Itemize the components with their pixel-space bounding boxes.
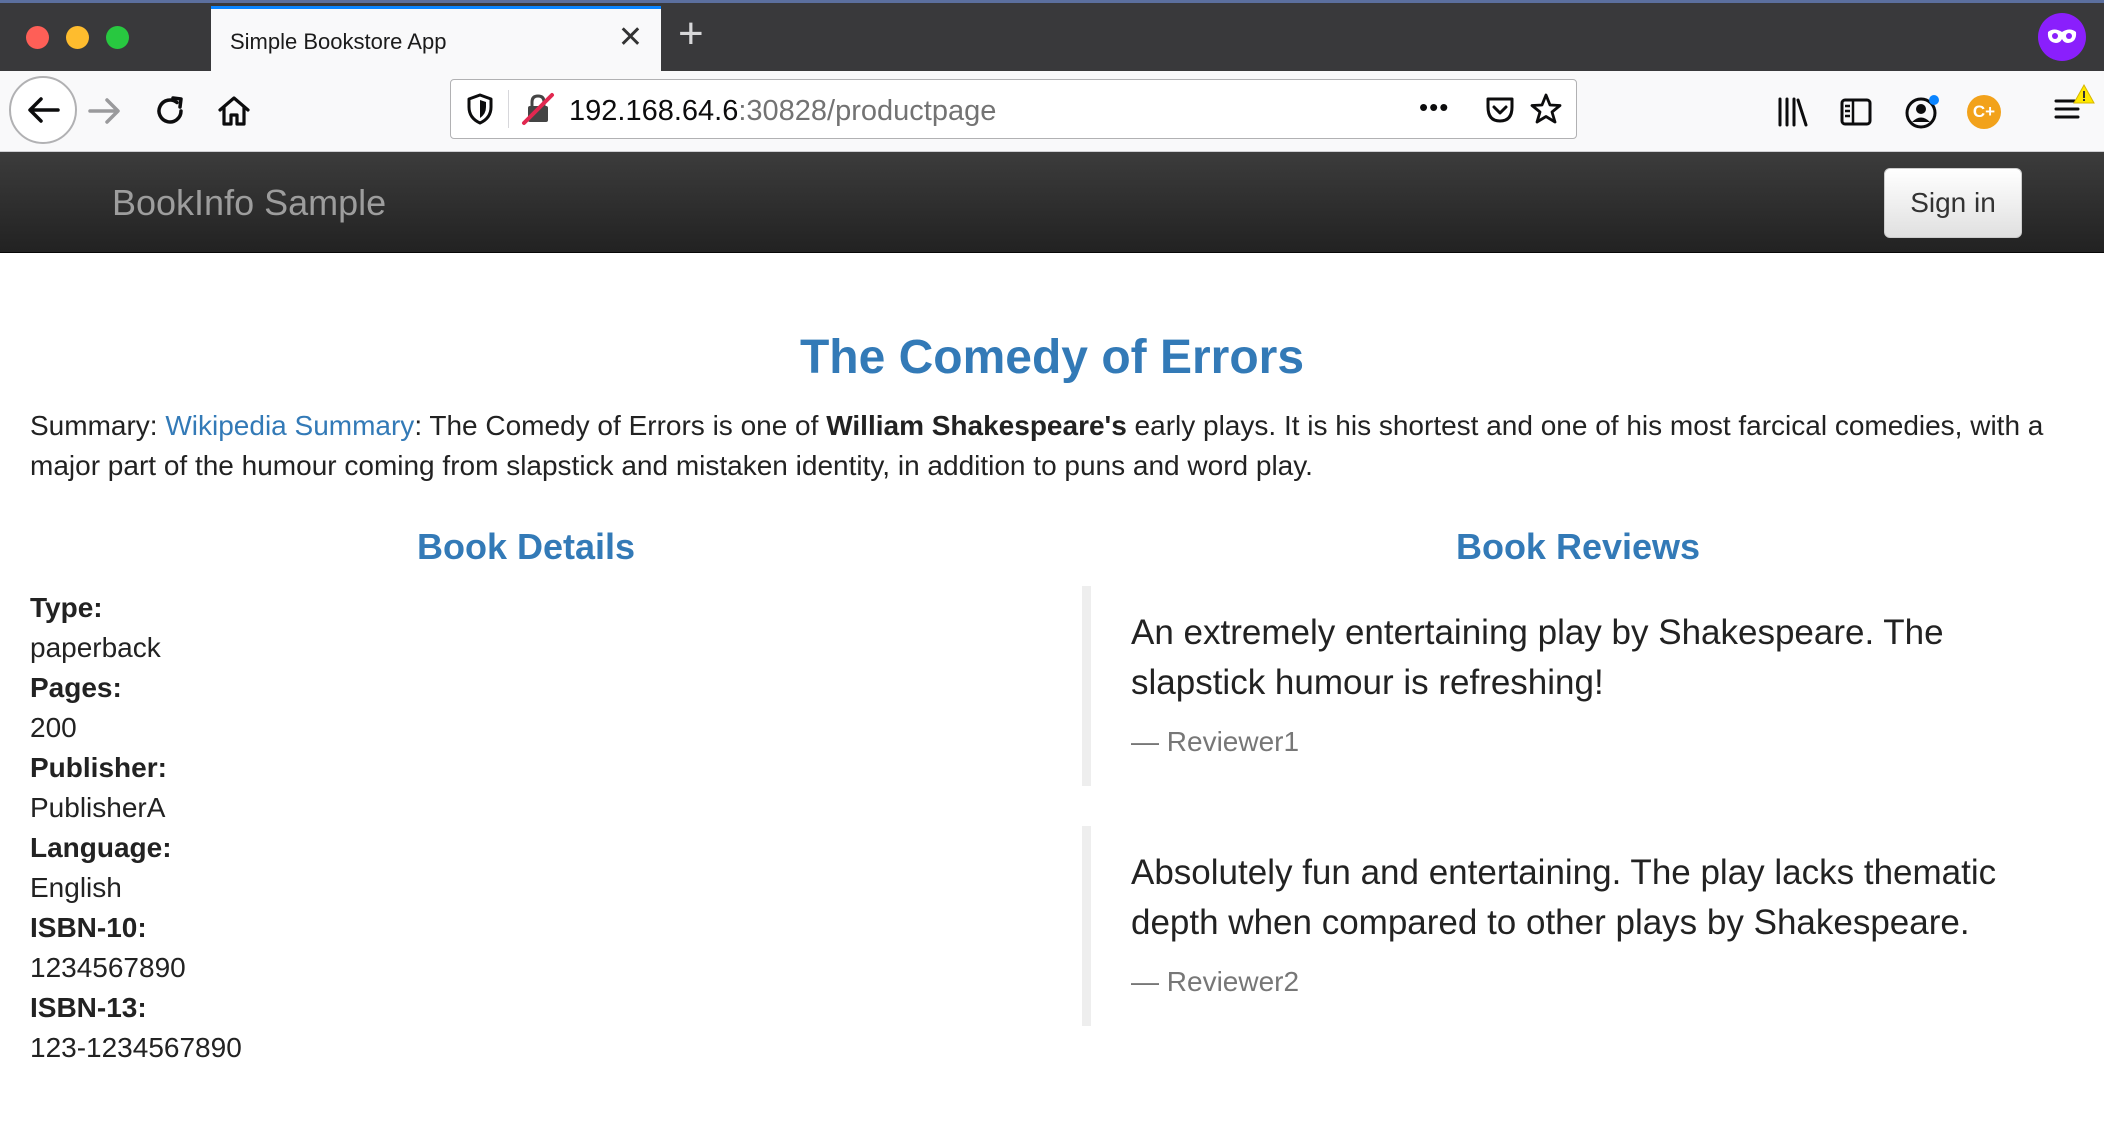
summary-author: William Shakespeare's (826, 410, 1127, 441)
review-text: An extremely entertaining play by Shakes… (1131, 613, 1944, 702)
detail-value-publisher: PublisherA (30, 792, 166, 823)
bookmark-star-icon[interactable] (1529, 92, 1563, 126)
site-navbar: BookInfo Sample Sign in (0, 152, 2104, 253)
page-title: The Comedy of Errors (799, 331, 1305, 384)
summary-mid: : The Comedy of Errors is one of (414, 410, 827, 441)
account-icon[interactable] (1903, 93, 1941, 131)
page-actions-menu-icon[interactable]: ••• (1419, 92, 1449, 123)
reload-icon (157, 96, 183, 124)
url-bar-separator (508, 90, 509, 128)
detail-label-isbn10: ISBN-10: (30, 912, 147, 943)
navbar-brand[interactable]: BookInfo Sample (112, 182, 386, 224)
detail-label-language: Language: (30, 832, 172, 863)
url-text[interactable]: 192.168.64.6:30828/productpage (569, 95, 996, 128)
menu-icon[interactable] (2050, 83, 2096, 129)
tracking-protection-shield-icon[interactable] (465, 92, 495, 126)
review-author: — Reviewer2 (1131, 966, 1300, 997)
book-summary: Summary: Wikipedia Summary: The Comedy o… (30, 406, 2070, 486)
book-details-list: Type: paperback Pages: 200 Publisher: Pu… (30, 588, 242, 1068)
detail-label-publisher: Publisher: (30, 752, 167, 783)
tab-close-icon[interactable]: ✕ (618, 23, 643, 53)
detail-value-type: paperback (30, 632, 161, 663)
detail-label-isbn13: ISBN-13: (30, 992, 147, 1023)
new-tab-button[interactable]: + (678, 12, 704, 56)
reload-button[interactable] (140, 81, 200, 141)
browser-tab[interactable]: Simple Bookstore App ✕ (211, 6, 661, 71)
review-author: — Reviewer1 (1131, 726, 1300, 757)
home-button[interactable] (204, 81, 264, 141)
title-bar: Simple Bookstore App ✕ + (0, 0, 2104, 71)
sidebar-icon[interactable] (1839, 95, 1873, 129)
zoom-window-button[interactable] (106, 26, 129, 49)
book-reviews-heading: Book Reviews (1455, 526, 1701, 567)
url-bar[interactable]: 192.168.64.6:30828/productpage ••• (450, 79, 1577, 139)
url-path: :30828/productpage (738, 95, 997, 127)
book-details-heading: Book Details (416, 526, 636, 567)
tab-title: Simple Bookstore App (230, 29, 447, 54)
url-host: 192.168.64.6 (569, 95, 739, 127)
library-icon[interactable] (1776, 95, 1810, 129)
title-bar-accent (0, 0, 2104, 3)
review-card: Absolutely fun and entertaining. The pla… (1082, 826, 2042, 1026)
detail-value-pages: 200 (30, 712, 77, 743)
detail-value-isbn10: 1234567890 (30, 952, 186, 983)
extension-icon[interactable]: C+ (1967, 95, 2001, 129)
close-window-button[interactable] (26, 26, 49, 49)
pocket-icon[interactable] (1483, 92, 1517, 126)
minimize-window-button[interactable] (66, 26, 89, 49)
detail-value-language: English (30, 872, 122, 903)
summary-prefix: Summary: (30, 410, 166, 441)
back-arrow-icon (28, 97, 60, 123)
detail-value-isbn13: 123-1234567890 (30, 1032, 242, 1063)
wikipedia-summary-link[interactable]: Wikipedia Summary (165, 410, 414, 441)
back-button[interactable] (9, 76, 77, 144)
forward-button[interactable] (75, 81, 135, 141)
navigation-toolbar: 192.168.64.6:30828/productpage ••• C+ (0, 71, 2104, 152)
private-browsing-icon (2038, 13, 2086, 61)
detail-label-pages: Pages: (30, 672, 122, 703)
review-card: An extremely entertaining play by Shakes… (1082, 586, 2042, 786)
review-text: Absolutely fun and entertaining. The pla… (1131, 853, 1997, 942)
sign-in-button[interactable]: Sign in (1884, 168, 2022, 238)
forward-arrow-icon (88, 98, 120, 124)
home-icon (218, 96, 250, 126)
insecure-connection-icon[interactable] (521, 92, 555, 126)
detail-label-type: Type: (30, 592, 103, 623)
